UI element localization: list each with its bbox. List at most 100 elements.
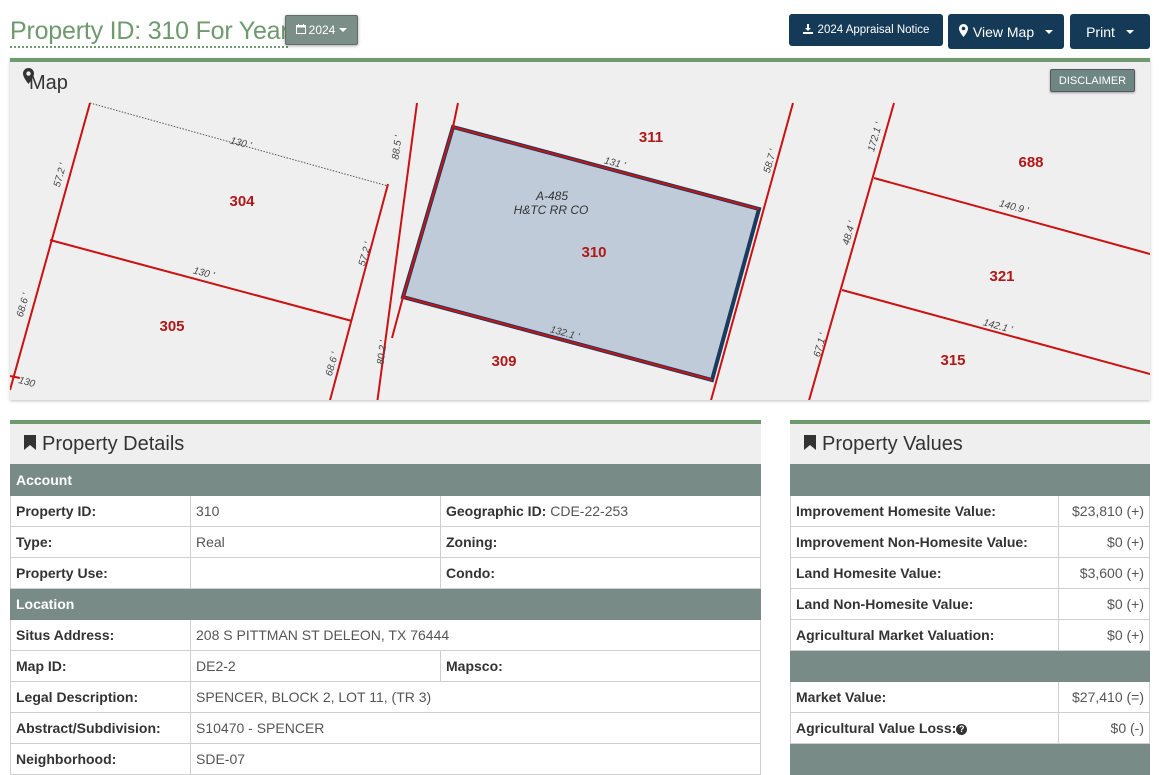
table-row: Improvement Non-Homesite Value: $0 (+)	[790, 526, 1150, 558]
value-amount: $0 (+)	[1058, 526, 1150, 558]
map-id-value: DE2-2	[190, 650, 441, 682]
print-button[interactable]: Print	[1070, 14, 1150, 49]
appraisal-notice-button[interactable]: 2024 Appraisal Notice	[789, 14, 943, 46]
table-row: Agricultural Value Loss:? $0 (-)	[790, 712, 1150, 744]
map-heading: Map	[23, 68, 68, 95]
year-select-button[interactable]: 2024	[285, 15, 358, 45]
values-section-spacer	[790, 650, 1150, 682]
parcel-label[interactable]: 321	[989, 268, 1014, 285]
values-section-header	[790, 464, 1150, 496]
condo-label: Condo:	[440, 557, 761, 589]
dimension-label: 80.2 '	[375, 339, 389, 366]
property-values-table: Improvement Homesite Value: $23,810 (+) …	[790, 464, 1150, 775]
abstract-annotation: H&TC RR CO	[514, 203, 589, 217]
parcel-label[interactable]: 688	[1018, 154, 1043, 171]
table-row: Property ID: 310 Geographic ID: CDE-22-2…	[10, 495, 761, 527]
situs-address-value: 208 S PITTMAN ST DELEON, TX 76444	[190, 619, 761, 651]
dimension-label: 130	[17, 375, 36, 390]
property-details-table: Account Property ID: 310 Geographic ID: …	[10, 464, 761, 775]
map-heading-label: Map	[29, 72, 68, 94]
geographic-id-cell: Geographic ID: CDE-22-253	[440, 495, 761, 527]
property-details-heading: Property Details	[10, 424, 761, 464]
geographic-id-value: CDE-22-253	[550, 503, 629, 519]
ag-value-loss-amount: $0 (-)	[1058, 712, 1150, 744]
property-values-heading: Property Values	[790, 424, 1150, 464]
geographic-id-label: Geographic ID:	[446, 503, 547, 519]
type-label: Type:	[10, 526, 191, 558]
legal-description-value: SPENCER, BLOCK 2, LOT 11, (TR 3)	[190, 681, 761, 713]
dimension-label: 68.6 '	[15, 291, 33, 318]
type-value: Real	[190, 526, 441, 558]
property-id-value: 310	[190, 495, 441, 527]
view-map-button[interactable]: View Map	[948, 14, 1064, 49]
abstract-subdivision-label: Abstract/Subdivision:	[10, 712, 191, 744]
value-label: Agricultural Market Valuation:	[790, 619, 1059, 651]
market-value-label: Market Value:	[790, 681, 1059, 713]
table-row: Improvement Homesite Value: $23,810 (+)	[790, 495, 1150, 527]
parcel-map[interactable]: 304 305 309 310 311 688 321 315 A-485 H&…	[10, 58, 1150, 400]
parcel-label[interactable]: 304	[229, 193, 255, 210]
disclaimer-button[interactable]: DISCLAIMER	[1050, 69, 1135, 92]
dimension-label: 130 '	[229, 136, 254, 152]
table-row: Land Non-Homesite Value: $0 (+)	[790, 588, 1150, 620]
year-label: 2024	[308, 23, 336, 37]
bookmark-icon	[24, 433, 36, 456]
market-value-amount: $27,410 (=)	[1058, 681, 1150, 713]
property-values-title: Property Values	[822, 432, 963, 455]
situs-address-label: Situs Address:	[10, 619, 191, 651]
table-row: Land Homesite Value: $3,600 (+)	[790, 557, 1150, 589]
property-values-panel: Property Values Improvement Homesite Val…	[790, 420, 1150, 775]
property-use-label: Property Use:	[10, 557, 191, 589]
parcel-label[interactable]: 309	[491, 353, 516, 370]
map-panel[interactable]: Map DISCLAIMER 304 305 309 310 311 688 3…	[10, 58, 1150, 400]
parcel-label[interactable]: 310	[581, 244, 606, 261]
value-amount: $3,600 (+)	[1058, 557, 1150, 589]
abstract-subdivision-value: S10470 - SPENCER	[190, 712, 761, 744]
table-row: Map ID: DE2-2 Mapsco:	[10, 650, 761, 682]
value-amount: $23,810 (+)	[1058, 495, 1150, 527]
map-marker-icon	[958, 23, 968, 40]
legal-description-label: Legal Description:	[10, 681, 191, 713]
download-icon	[802, 23, 813, 37]
account-section-header: Account	[10, 464, 761, 496]
caret-down-icon	[1045, 29, 1054, 34]
parcel-label[interactable]: 315	[940, 352, 965, 369]
neighborhood-value: SDE-07	[190, 743, 761, 775]
value-amount: $0 (+)	[1058, 588, 1150, 620]
parcel-label[interactable]: 311	[639, 129, 663, 146]
location-section-header: Location	[10, 588, 761, 620]
dimension-label: 57.2 '	[357, 240, 375, 267]
mapsco-label: Mapsco:	[440, 650, 761, 682]
values-section-footer	[790, 743, 1150, 775]
calendar-icon	[295, 23, 306, 37]
table-row: Property Use: Condo:	[10, 557, 761, 589]
appraisal-notice-label: 2024 Appraisal Notice	[817, 24, 930, 36]
dimension-label: 88.5 '	[390, 134, 404, 161]
table-row: Type: Real Zoning:	[10, 526, 761, 558]
caret-down-icon	[339, 28, 348, 32]
caret-down-icon	[1125, 29, 1134, 34]
map-id-label: Map ID:	[10, 650, 191, 682]
table-row: Situs Address: 208 S PITTMAN ST DELEON, …	[10, 619, 761, 651]
table-row: Neighborhood: SDE-07	[10, 743, 761, 775]
ag-value-loss-cell: Agricultural Value Loss:?	[790, 712, 1059, 744]
neighborhood-label: Neighborhood:	[10, 743, 191, 775]
view-map-label: View Map	[972, 23, 1035, 40]
dimension-label: 67.1 '	[812, 331, 830, 358]
table-row: Agricultural Market Valuation: $0 (+)	[790, 619, 1150, 651]
value-label: Improvement Homesite Value:	[790, 495, 1059, 527]
property-id-label: Property ID:	[10, 495, 191, 527]
abstract-annotation: A-485	[535, 189, 568, 203]
zoning-label: Zoning:	[440, 526, 761, 558]
table-row: Market Value: $27,410 (=)	[790, 681, 1150, 713]
table-row: Legal Description: SPENCER, BLOCK 2, LOT…	[10, 681, 761, 713]
dimension-label: 172.1 '	[866, 120, 885, 153]
property-details-title: Property Details	[42, 432, 185, 455]
property-details-panel: Property Details Account Property ID: 31…	[10, 420, 761, 775]
property-use-value	[190, 557, 441, 589]
question-circle-icon[interactable]: ?	[956, 724, 968, 735]
ag-value-loss-label: Agricultural Value Loss:	[796, 720, 957, 736]
page-title: Property ID: 310 For Year	[10, 16, 289, 48]
print-label: Print	[1086, 23, 1115, 40]
parcel-label[interactable]: 305	[159, 318, 184, 335]
